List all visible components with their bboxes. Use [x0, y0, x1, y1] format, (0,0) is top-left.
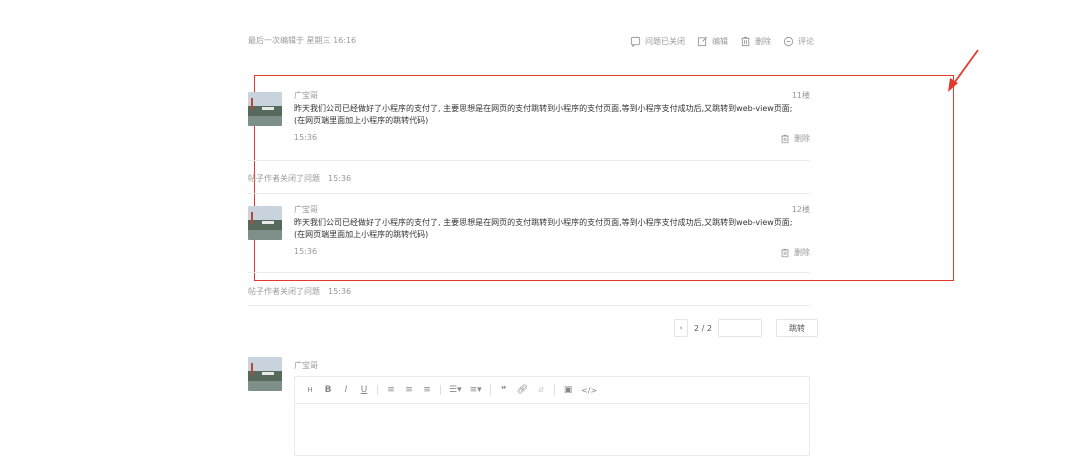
page-jump-input[interactable] — [717, 319, 762, 337]
link-icon[interactable]: 🔗︎ — [517, 385, 528, 395]
prev-page-button[interactable]: ‹ — [674, 319, 688, 337]
pagination: ‹ 2 / 2 跳转 — [674, 318, 818, 338]
divider — [248, 272, 810, 273]
reply-text: 昨天我们公司已经做好了小程序的支付了, 主要思想是在网页的支付跳转到小程序的支付… — [294, 104, 793, 125]
divider — [248, 160, 810, 161]
system-event-text: 帖子作者关闭了问题 — [248, 174, 320, 183]
quote-icon[interactable]: ❝ — [499, 385, 509, 395]
editor-toolbar: H B I U ≡ ≡ ≡ ☰▾ ≡▾ ❝ 🔗︎ ⌀ ▣ </> — [295, 377, 809, 404]
last-edited-text: 最后一次编辑于 星期三 16:16 — [248, 36, 357, 45]
system-event: 帖子作者关闭了问题 15:36 — [248, 286, 351, 297]
compose-author: 广宝哥 — [294, 361, 318, 370]
divider — [248, 305, 810, 306]
reply-author[interactable]: 广宝哥 — [294, 90, 318, 101]
reply-floor-number: 12楼 — [791, 205, 810, 214]
edit-icon — [697, 36, 707, 46]
reply-item: 广宝哥 12楼 昨天我们公司已经做好了小程序的支付了, 主要思想是在网页的支付跳… — [248, 202, 810, 272]
image-icon[interactable]: ▣ — [563, 385, 573, 395]
trash-icon — [781, 134, 789, 143]
question-closed-button[interactable]: 问题已关闭 — [630, 36, 685, 47]
heading-icon[interactable]: H — [305, 386, 315, 394]
divider — [248, 193, 810, 194]
align-center-icon[interactable]: ≡ — [404, 385, 414, 395]
edit-button[interactable]: 编辑 — [697, 36, 728, 47]
reply-time: 15:36 — [294, 247, 318, 256]
align-right-icon[interactable]: ≡ — [422, 385, 432, 395]
avatar[interactable] — [248, 92, 282, 126]
comment-icon — [783, 36, 794, 46]
toolbar-separator — [440, 385, 441, 395]
bold-icon[interactable]: B — [323, 385, 333, 395]
reply-floor-number: 11楼 — [791, 91, 810, 100]
toolbar-separator — [489, 385, 491, 395]
comment-button[interactable]: 评论 — [783, 36, 814, 47]
reply-delete-label: 删除 — [794, 248, 810, 257]
avatar[interactable] — [248, 357, 282, 391]
chat-bubble-icon — [630, 36, 641, 47]
underline-icon[interactable]: U — [359, 385, 369, 395]
jump-button[interactable]: 跳转 — [775, 319, 818, 337]
edit-label: 编辑 — [712, 36, 728, 46]
reply-delete-button[interactable]: 删除 — [780, 133, 810, 144]
unlink-icon[interactable]: ⌀ — [536, 385, 546, 395]
bullet-list-icon[interactable]: ☰▾ — [449, 385, 462, 395]
reply-delete-label: 删除 — [794, 134, 810, 143]
reply-editor[interactable]: H B I U ≡ ≡ ≡ ☰▾ ≡▾ ❝ 🔗︎ ⌀ ▣ </> — [294, 376, 810, 456]
avatar[interactable] — [248, 206, 282, 240]
page-indicator: 2 / 2 — [694, 323, 712, 333]
system-event-time: 15:36 — [328, 174, 352, 183]
reply-item: 广宝哥 11楼 昨天我们公司已经做好了小程序的支付了, 主要思想是在网页的支付跳… — [248, 88, 810, 158]
reply-text: 昨天我们公司已经做好了小程序的支付了, 主要思想是在网页的支付跳转到小程序的支付… — [294, 218, 793, 239]
toolbar-separator — [554, 385, 556, 395]
code-icon[interactable]: </> — [581, 386, 597, 395]
reply-time: 15:36 — [294, 133, 318, 142]
align-left-icon[interactable]: ≡ — [386, 385, 396, 395]
post-toolbar: 问题已关闭 编辑 删除 评论 — [630, 34, 814, 48]
system-event-time: 15:36 — [328, 287, 352, 296]
numbered-list-icon[interactable]: ≡▾ — [470, 385, 482, 395]
system-event-text: 帖子作者关闭了问题 — [248, 287, 320, 296]
toolbar-separator — [377, 385, 378, 395]
reply-author[interactable]: 广宝哥 — [294, 204, 318, 215]
trash-icon — [781, 248, 789, 257]
question-closed-label: 问题已关闭 — [645, 36, 685, 46]
comment-label: 评论 — [798, 36, 814, 46]
trash-icon — [741, 36, 750, 46]
annotation-arrow-icon — [948, 49, 979, 92]
delete-label: 删除 — [755, 36, 771, 46]
reply-delete-button[interactable]: 删除 — [780, 247, 810, 258]
delete-post-button[interactable]: 删除 — [740, 36, 771, 47]
system-event: 帖子作者关闭了问题 15:36 — [248, 173, 351, 184]
italic-icon[interactable]: I — [341, 385, 351, 395]
